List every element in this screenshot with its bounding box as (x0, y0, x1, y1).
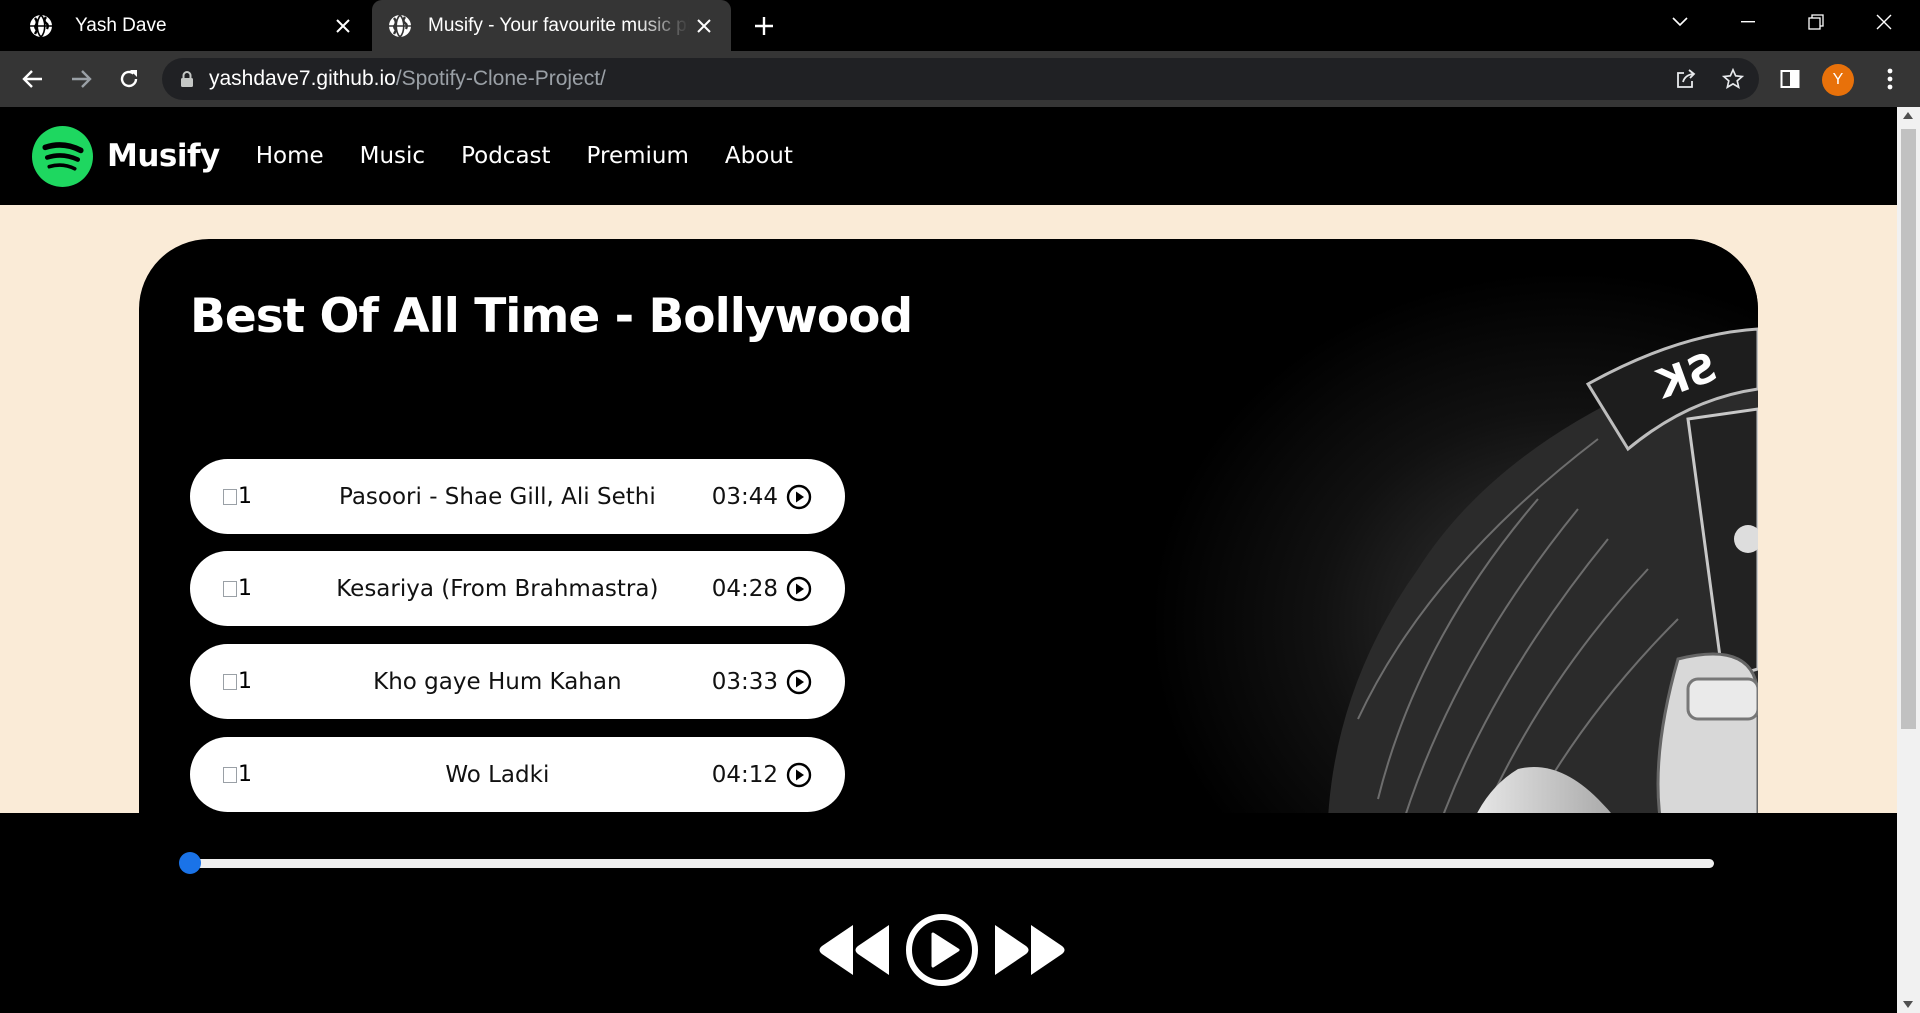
play-circle-icon[interactable] (786, 669, 812, 695)
play-icon (906, 914, 978, 986)
arrow-right-icon (72, 70, 92, 88)
side-panel-icon (1780, 70, 1800, 88)
song-thumbnail-alt: 1 (238, 576, 252, 601)
song-name: Kho gaye Hum Kahan (373, 668, 622, 695)
song-thumbnail: 1 (223, 762, 283, 787)
browser-tab-yash-dave[interactable]: Yash Dave (0, 0, 370, 51)
site-navbar: Musify Home Music Podcast Premium About (0, 107, 1897, 205)
reload-button[interactable] (113, 63, 145, 95)
page-scrollbar[interactable] (1897, 107, 1920, 1013)
more-vertical-icon (1887, 68, 1893, 90)
song-name: Kesariya (From Brahmastra) (336, 575, 659, 602)
broken-image-icon (223, 673, 237, 690)
star-icon (1722, 68, 1744, 89)
song-duration: 03:44 (711, 483, 778, 510)
profile-avatar[interactable]: Y (1822, 64, 1854, 96)
play-circle-icon[interactable] (786, 576, 812, 602)
chevron-down-icon (1672, 17, 1688, 27)
song-thumbnail-alt: 1 (238, 762, 252, 787)
song-duration: 04:12 (711, 761, 778, 788)
globe-icon (389, 13, 411, 38)
song-name: Pasoori - Shae Gill, Ali Sethi (338, 483, 656, 510)
song-thumbnail-alt: 1 (238, 669, 252, 694)
song-thumbnail: 1 (223, 484, 283, 509)
progress-handle[interactable] (179, 852, 201, 874)
tab-title: Yash Dave (75, 14, 167, 36)
song-thumbnail-alt: 1 (238, 484, 252, 509)
song-item[interactable]: 1 Pasoori - Shae Gill, Ali Sethi 03:44 (190, 459, 845, 534)
song-item[interactable]: 1 Kesariya (From Brahmastra) 04:28 (190, 551, 845, 626)
play-circle-icon[interactable] (786, 484, 812, 510)
nav-link-premium[interactable]: Premium (587, 143, 689, 169)
song-thumbnail: 1 (223, 669, 283, 694)
arrow-left-icon (22, 70, 42, 88)
nav-link-music[interactable]: Music (360, 143, 425, 169)
progress-slider[interactable] (179, 852, 1714, 874)
share-icon (1677, 69, 1696, 88)
browser-menu-button[interactable] (1874, 63, 1906, 95)
address-bar[interactable]: yashdave7.github.io/Spotify-Clone-Projec… (162, 58, 1759, 100)
scroll-down-icon[interactable] (1903, 1001, 1913, 1008)
url-text: yashdave7.github.io/Spotify-Clone-Projec… (209, 67, 606, 91)
previous-icon (819, 925, 889, 975)
headphones-artwork: SK (998, 239, 1758, 879)
broken-image-icon (223, 488, 237, 505)
playlist-card: SK Best Of All Time - Bollywood 1 Pasoor… (139, 239, 1758, 879)
player-bar (0, 813, 1897, 1013)
back-button[interactable] (17, 63, 49, 95)
browser-toolbar: yashdave7.github.io/Spotify-Clone-Projec… (0, 51, 1920, 107)
forward-button[interactable] (65, 63, 97, 95)
next-icon (995, 925, 1065, 975)
restore-icon (1808, 14, 1824, 30)
close-tab-icon[interactable] (689, 11, 719, 41)
tab-title: Musify - Your favourite music platform (428, 14, 689, 36)
browser-tab-musify[interactable]: Musify - Your favourite music platform (372, 0, 731, 51)
previous-button[interactable] (817, 921, 893, 979)
song-duration: 04:28 (711, 575, 778, 602)
reload-icon (120, 70, 138, 88)
close-window-button[interactable] (1866, 8, 1902, 36)
song-name: Wo Ladki (445, 761, 550, 788)
restore-button[interactable] (1798, 8, 1834, 36)
spotify-logo-icon[interactable] (32, 125, 93, 187)
playlist-title: Best Of All Time - Bollywood (190, 289, 913, 344)
close-tab-icon[interactable] (328, 11, 358, 41)
new-tab-button[interactable] (748, 10, 780, 42)
song-item[interactable]: 1 Kho gaye Hum Kahan 03:33 (190, 644, 845, 719)
next-button[interactable] (991, 921, 1067, 979)
lock-icon[interactable] (180, 70, 194, 88)
play-circle-icon[interactable] (786, 762, 812, 788)
minimize-button[interactable] (1730, 8, 1766, 36)
globe-icon (30, 13, 52, 38)
nav-link-home[interactable]: Home (256, 143, 324, 169)
scrollbar-thumb[interactable] (1901, 129, 1916, 729)
song-item[interactable]: 1 Wo Ladki 04:12 (190, 737, 845, 812)
minimize-icon (1741, 21, 1755, 23)
url-host: yashdave7.github.io (209, 67, 396, 90)
nav-link-podcast[interactable]: Podcast (461, 143, 550, 169)
plus-icon (755, 17, 773, 35)
nav-link-about[interactable]: About (725, 143, 793, 169)
side-panel-button[interactable] (1774, 63, 1806, 95)
brand-name[interactable]: Musify (107, 138, 220, 174)
song-duration: 03:33 (711, 668, 778, 695)
broken-image-icon (223, 580, 237, 597)
page-viewport: Musify Home Music Podcast Premium About (0, 107, 1897, 1013)
tab-search-button[interactable] (1662, 8, 1698, 36)
close-icon (1876, 14, 1892, 30)
nav-links: Home Music Podcast Premium About (256, 143, 829, 169)
url-path: /Spotify-Clone-Project/ (395, 67, 606, 90)
share-button[interactable] (1670, 63, 1702, 95)
scroll-up-icon[interactable] (1903, 112, 1913, 119)
play-button[interactable] (905, 913, 979, 987)
browser-tab-bar: Yash Dave Musify - Your favourite music … (0, 0, 1920, 51)
broken-image-icon (223, 766, 237, 783)
bookmark-button[interactable] (1717, 63, 1749, 95)
song-thumbnail: 1 (223, 576, 283, 601)
player-controls (817, 913, 1067, 987)
